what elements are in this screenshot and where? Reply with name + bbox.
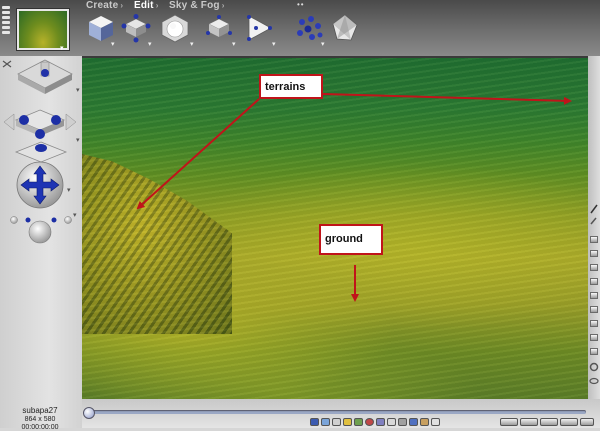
- panel-button[interactable]: [590, 236, 598, 243]
- terrains-callout: terrains: [259, 74, 323, 99]
- record-icon[interactable]: [365, 418, 374, 426]
- rotate-dropdown-caret[interactable]: ▾: [232, 40, 236, 48]
- pan-dropdown-caret[interactable]: ▾: [76, 86, 80, 94]
- zoom-dropdown-caret[interactable]: ▾: [73, 211, 77, 219]
- tab-create[interactable]: Create ›: [86, 0, 123, 11]
- panel-button[interactable]: [590, 320, 598, 327]
- crystal-icon[interactable]: [330, 13, 360, 43]
- tab-create-label: Create: [86, 0, 119, 11]
- tab-edit[interactable]: Edit ›: [134, 0, 159, 11]
- terrain-icon[interactable]: [354, 418, 363, 426]
- tab-sky-fog-label: Sky & Fog: [169, 0, 220, 11]
- sphere-dropdown-caret[interactable]: ▾: [190, 40, 194, 48]
- layer-list-icon[interactable]: [2, 4, 12, 48]
- chevron-right-icon: ›: [155, 1, 159, 10]
- panel-button[interactable]: [590, 334, 598, 341]
- timeline-track[interactable]: [86, 410, 586, 414]
- rotate-gizmo-icon[interactable]: [204, 13, 234, 43]
- play-dropdown-caret[interactable]: ▾: [272, 40, 276, 48]
- timeline-bar: [82, 399, 600, 428]
- move-gizmo-icon[interactable]: [121, 13, 151, 43]
- top-toolbar: ▾ Create › Edit › Sky & Fog › •• ▾ ▾ ▾ ▾…: [0, 0, 600, 56]
- thumbnail-dropdown-caret[interactable]: ▾: [60, 44, 64, 52]
- material-icon[interactable]: [420, 418, 429, 426]
- move-cross-control[interactable]: [14, 160, 66, 210]
- link-icon[interactable]: [589, 376, 599, 386]
- pencil-icon[interactable]: [589, 216, 599, 226]
- info-icon[interactable]: [431, 418, 440, 426]
- tab-sky-fog[interactable]: Sky & Fog ›: [169, 0, 225, 11]
- zoom-control[interactable]: [8, 212, 74, 246]
- play-arrow-icon[interactable]: [244, 13, 274, 43]
- move-dropdown-caret[interactable]: ▾: [148, 40, 152, 48]
- cube-icon[interactable]: [86, 13, 116, 43]
- object-icon[interactable]: [376, 418, 385, 426]
- camera-pan-control[interactable]: [14, 56, 76, 96]
- document-size: 864 x 580: [24, 416, 56, 423]
- wireframe-icon[interactable]: [398, 418, 407, 426]
- ground-callout: ground: [319, 224, 383, 255]
- document-name: subapa27: [22, 406, 58, 415]
- toolbar-grip-icon[interactable]: ••: [297, 0, 305, 9]
- stop-button[interactable]: [520, 418, 538, 426]
- forward-button[interactable]: [560, 418, 578, 426]
- end-button[interactable]: [580, 418, 594, 426]
- sky-icon[interactable]: [409, 418, 418, 426]
- camera-rotate-control[interactable]: [4, 104, 76, 144]
- timeline-handle[interactable]: [83, 407, 95, 419]
- chevron-right-icon: ›: [120, 1, 124, 10]
- preview-icon[interactable]: [321, 418, 330, 426]
- collapse-icon[interactable]: [2, 59, 12, 69]
- molecule-dropdown-caret[interactable]: ▾: [321, 40, 325, 48]
- panel-button[interactable]: [590, 306, 598, 313]
- settings-icon[interactable]: [589, 362, 599, 372]
- play-button[interactable]: [540, 418, 558, 426]
- panel-button[interactable]: [590, 348, 598, 355]
- panel-button[interactable]: [590, 292, 598, 299]
- chevron-right-icon: ›: [221, 1, 225, 10]
- panel-button[interactable]: [590, 250, 598, 257]
- move-dropdown-caret[interactable]: ▾: [67, 186, 71, 194]
- right-tool-strip: [588, 56, 600, 399]
- grid-icon[interactable]: [387, 418, 396, 426]
- molecule-icon[interactable]: [294, 13, 324, 43]
- light-icon[interactable]: [343, 418, 352, 426]
- rotate-dropdown-caret[interactable]: ▾: [76, 136, 80, 144]
- cube-dropdown-caret[interactable]: ▾: [111, 40, 115, 48]
- panel-button[interactable]: [590, 264, 598, 271]
- camera-icon[interactable]: [332, 418, 341, 426]
- left-control-panel: ▾ ▾ ▾ ▾ subapa27 864 x 580 00:00:00:00: [0, 56, 82, 431]
- render-icon[interactable]: [310, 418, 319, 426]
- tab-edit-label: Edit: [134, 0, 154, 11]
- rewind-button[interactable]: [500, 418, 518, 426]
- panel-button[interactable]: [590, 278, 598, 285]
- sphere-in-cube-icon[interactable]: [160, 13, 190, 43]
- brush-icon[interactable]: [589, 204, 599, 214]
